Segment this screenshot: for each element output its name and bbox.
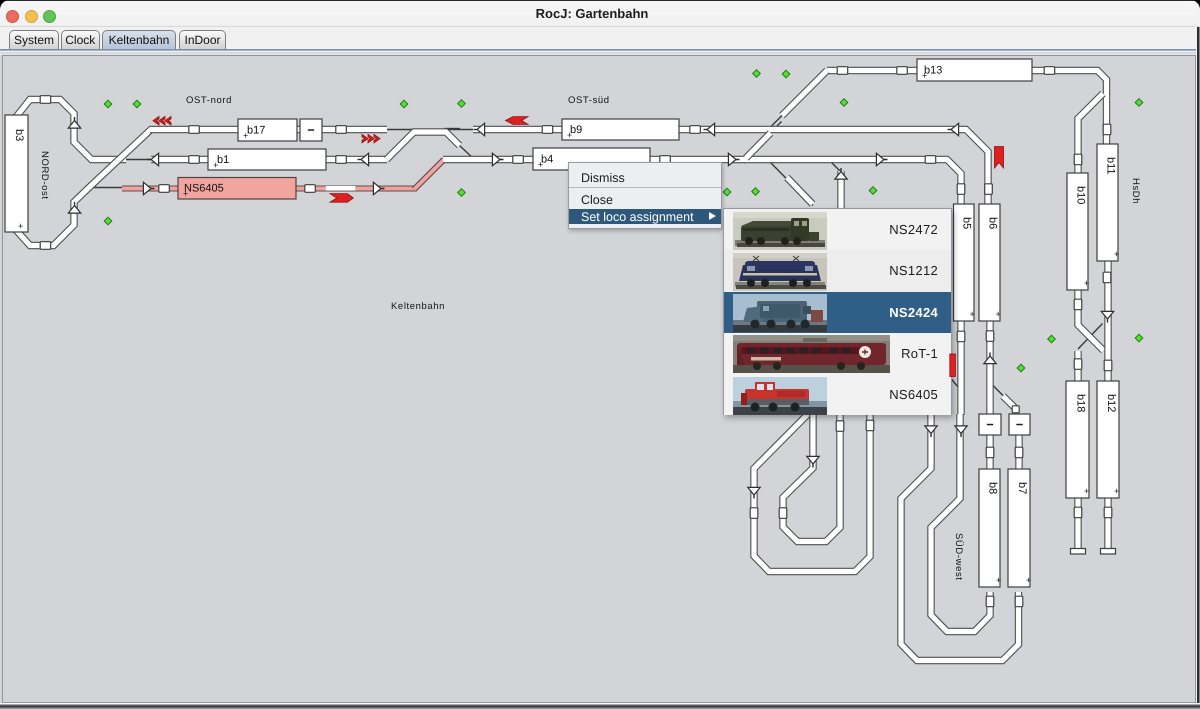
svg-text:Keltenbahn: Keltenbahn	[391, 301, 445, 312]
svg-text:+: +	[996, 309, 1001, 319]
svg-text:b6: b6	[987, 217, 999, 229]
svg-text:b7: b7	[1016, 482, 1028, 494]
svg-text:+: +	[243, 131, 248, 141]
svg-text:b11: b11	[1105, 157, 1117, 175]
svg-text:OST-nord: OST-nord	[186, 95, 232, 106]
svg-text:+: +	[213, 160, 218, 170]
svg-text:+: +	[970, 309, 975, 319]
svg-text:b10: b10	[1075, 186, 1087, 204]
svg-text:+: +	[183, 189, 188, 199]
svg-text:+: +	[1114, 486, 1119, 496]
svg-text:NORD-ost: NORD-ost	[39, 151, 50, 200]
svg-text:+: +	[996, 575, 1001, 585]
svg-text:OST-süd: OST-süd	[568, 95, 610, 106]
svg-text:+: +	[1114, 249, 1119, 259]
svg-text:+: +	[922, 71, 927, 81]
svg-text:SÜD-west: SÜD-west	[953, 533, 964, 581]
svg-text:+: +	[538, 160, 543, 170]
svg-text:HsDh: HsDh	[1130, 178, 1141, 204]
svg-text:b17: b17	[247, 125, 265, 137]
svg-text:+: +	[1084, 278, 1089, 288]
svg-text:b12: b12	[1105, 394, 1117, 412]
svg-text:b8: b8	[987, 482, 999, 494]
svg-text:+: +	[567, 130, 572, 140]
svg-text:+: +	[18, 221, 23, 231]
svg-text:b18: b18	[1075, 394, 1087, 412]
svg-text:b3: b3	[13, 129, 25, 141]
svg-text:b1: b1	[217, 154, 229, 166]
svg-text:NS6405: NS6405	[184, 183, 224, 195]
svg-text:+: +	[1026, 575, 1031, 585]
svg-text:b5: b5	[961, 217, 973, 229]
svg-text:+: +	[1084, 486, 1089, 496]
